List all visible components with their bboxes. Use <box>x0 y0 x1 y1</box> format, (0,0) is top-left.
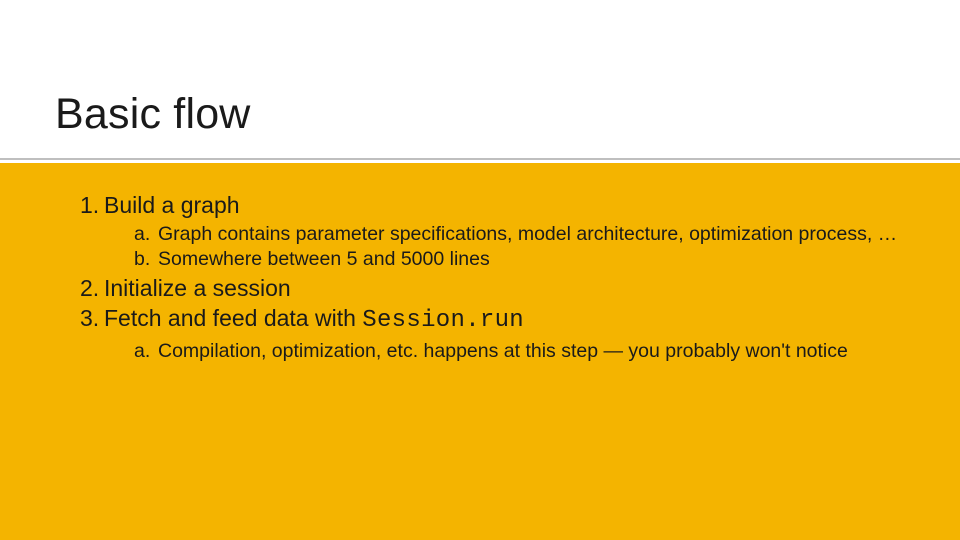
slide-body: 1. Build a graph a. Graph contains param… <box>0 163 960 540</box>
sub-text: Somewhere between 5 and 5000 lines <box>156 247 500 272</box>
slide-header: Basic flow <box>0 0 960 165</box>
sub-list-1: a. Graph contains parameter specificatio… <box>134 222 910 272</box>
sub-letter: a. <box>134 339 156 364</box>
item-text: Build a graph <box>104 191 240 220</box>
item-number: 1. <box>80 191 104 220</box>
list-item-3: 3. Fetch and feed data with Session.run … <box>80 304 910 364</box>
sub-list-3: a. Compilation, optimization, etc. happe… <box>134 339 910 364</box>
list-item-2: 2. Initialize a session <box>80 274 910 303</box>
sub-item: a. Graph contains parameter specificatio… <box>134 222 910 247</box>
item-number: 2. <box>80 274 104 303</box>
sub-item: b. Somewhere between 5 and 5000 lines <box>134 247 910 272</box>
slide: Basic flow 1. Build a graph a. Graph con… <box>0 0 960 540</box>
main-list: 1. Build a graph a. Graph contains param… <box>80 191 910 363</box>
item-number: 3. <box>80 304 104 337</box>
sub-letter: a. <box>134 222 156 247</box>
sub-text: Graph contains parameter specifications,… <box>156 222 907 247</box>
title-underline <box>0 158 960 160</box>
item-text: Initialize a session <box>104 274 291 303</box>
slide-title: Basic flow <box>55 90 905 139</box>
sub-text: Compilation, optimization, etc. happens … <box>156 339 858 364</box>
item-text: Fetch and feed data with Session.run <box>104 304 524 337</box>
item-text-prefix: Fetch and feed data with <box>104 305 362 331</box>
sub-item: a. Compilation, optimization, etc. happe… <box>134 339 910 364</box>
sub-letter: b. <box>134 247 156 272</box>
list-item-1: 1. Build a graph a. Graph contains param… <box>80 191 910 272</box>
item-text-code: Session.run <box>362 307 524 334</box>
